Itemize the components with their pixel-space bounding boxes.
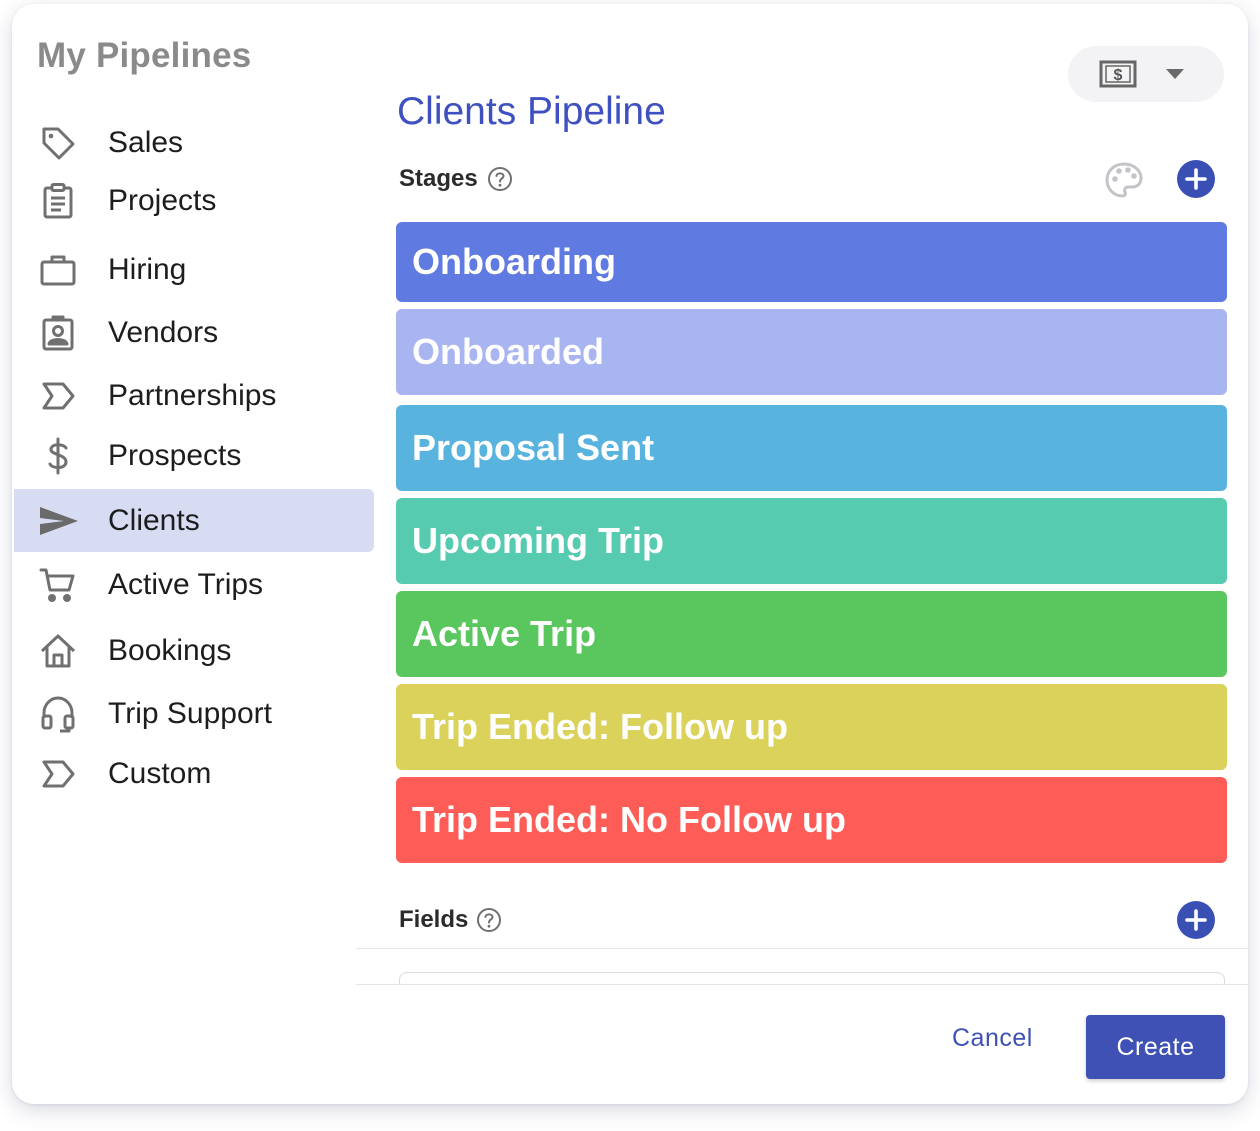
headset-icon — [38, 694, 78, 734]
clipboard-icon — [38, 181, 78, 221]
money-icon: $ — [1099, 60, 1137, 88]
sidebar-item-label: Partnerships — [108, 378, 277, 412]
home-icon — [38, 631, 78, 671]
sidebar-item-sales[interactable]: Sales — [14, 111, 374, 174]
sidebar-item-label: Clients — [108, 503, 200, 537]
stage-label: Trip Ended: Follow up — [412, 706, 788, 747]
sidebar-item-label: Active Trips — [108, 567, 264, 601]
svg-text:$: $ — [1114, 67, 1123, 84]
sidebar-item-projects[interactable]: Projects — [14, 169, 374, 232]
sidebar-item-label: Vendors — [108, 315, 219, 349]
tag-icon — [38, 123, 78, 163]
dollar-icon — [38, 436, 78, 476]
sidebar-item-vendors[interactable]: Vendors — [14, 301, 374, 364]
add-field-button[interactable] — [1177, 901, 1215, 939]
stage-active-trip[interactable]: Active Trip — [396, 591, 1227, 677]
sidebar-item-custom[interactable]: Custom — [14, 742, 374, 805]
sidebar-item-prospects[interactable]: Prospects — [14, 424, 374, 487]
page-title: Clients Pipeline — [397, 90, 666, 133]
sidebar-item-clients[interactable]: Clients — [14, 489, 374, 552]
sidebar-title: My Pipelines — [37, 36, 252, 75]
stage-onboarded[interactable]: Onboarded — [396, 309, 1227, 395]
plus-icon — [1185, 909, 1207, 931]
fields-heading: Fields — [399, 906, 469, 933]
stage-label: Onboarding — [412, 241, 616, 282]
stage-label: Proposal Sent — [412, 427, 655, 468]
stage-trip-ended-follow-up[interactable]: Trip Ended: Follow up — [396, 684, 1227, 770]
stages-heading: Stages — [399, 165, 478, 192]
currency-dropdown[interactable]: $ — [1068, 46, 1224, 102]
stage-upcoming-trip[interactable]: Upcoming Trip — [396, 498, 1227, 584]
sidebar-item-label: Prospects — [108, 438, 242, 472]
label-arrow-icon — [38, 376, 78, 416]
divider — [356, 984, 1248, 985]
help-icon[interactable] — [476, 907, 502, 933]
cancel-button[interactable]: Cancel — [952, 1024, 1033, 1053]
sidebar-item-partnerships[interactable]: Partnerships — [14, 364, 374, 427]
stage-label: Active Trip — [412, 613, 597, 654]
stage-proposal-sent[interactable]: Proposal Sent — [396, 405, 1227, 491]
add-stage-button[interactable] — [1177, 160, 1215, 198]
pipeline-dialog: My Pipelines Sales Projects Hiring Vendo… — [12, 4, 1248, 1104]
stage-label: Onboarded — [412, 331, 605, 372]
help-icon[interactable] — [487, 166, 513, 192]
sidebar-item-active-trips[interactable]: Active Trips — [14, 553, 374, 616]
contact-badge-icon — [38, 313, 78, 353]
sidebar-item-trip-support[interactable]: Trip Support — [14, 682, 374, 745]
plus-icon — [1185, 168, 1207, 190]
create-button[interactable]: Create — [1086, 1015, 1225, 1079]
stage-trip-ended-no-follow-up[interactable]: Trip Ended: No Follow up — [396, 777, 1227, 863]
stage-onboarding[interactable]: Onboarding — [396, 222, 1227, 302]
sidebar-item-label: Projects — [108, 183, 217, 217]
sidebar-item-bookings[interactable]: Bookings — [14, 619, 374, 682]
sidebar-item-label: Bookings — [108, 633, 232, 667]
caret-down-icon — [1166, 69, 1184, 79]
palette-icon[interactable] — [1104, 160, 1144, 200]
sidebar-item-label: Trip Support — [108, 696, 272, 730]
sidebar-item-label: Custom — [108, 756, 212, 790]
divider — [356, 948, 1248, 949]
sidebar-item-label: Sales — [108, 125, 184, 159]
stage-label: Trip Ended: No Follow up — [412, 799, 846, 840]
sidebar-item-label: Hiring — [108, 252, 187, 286]
send-icon — [38, 501, 78, 541]
stage-label: Upcoming Trip — [412, 520, 664, 561]
label-arrow-icon — [38, 754, 78, 794]
briefcase-icon — [38, 250, 78, 290]
cart-icon — [38, 565, 78, 605]
sidebar-item-hiring[interactable]: Hiring — [14, 238, 374, 301]
